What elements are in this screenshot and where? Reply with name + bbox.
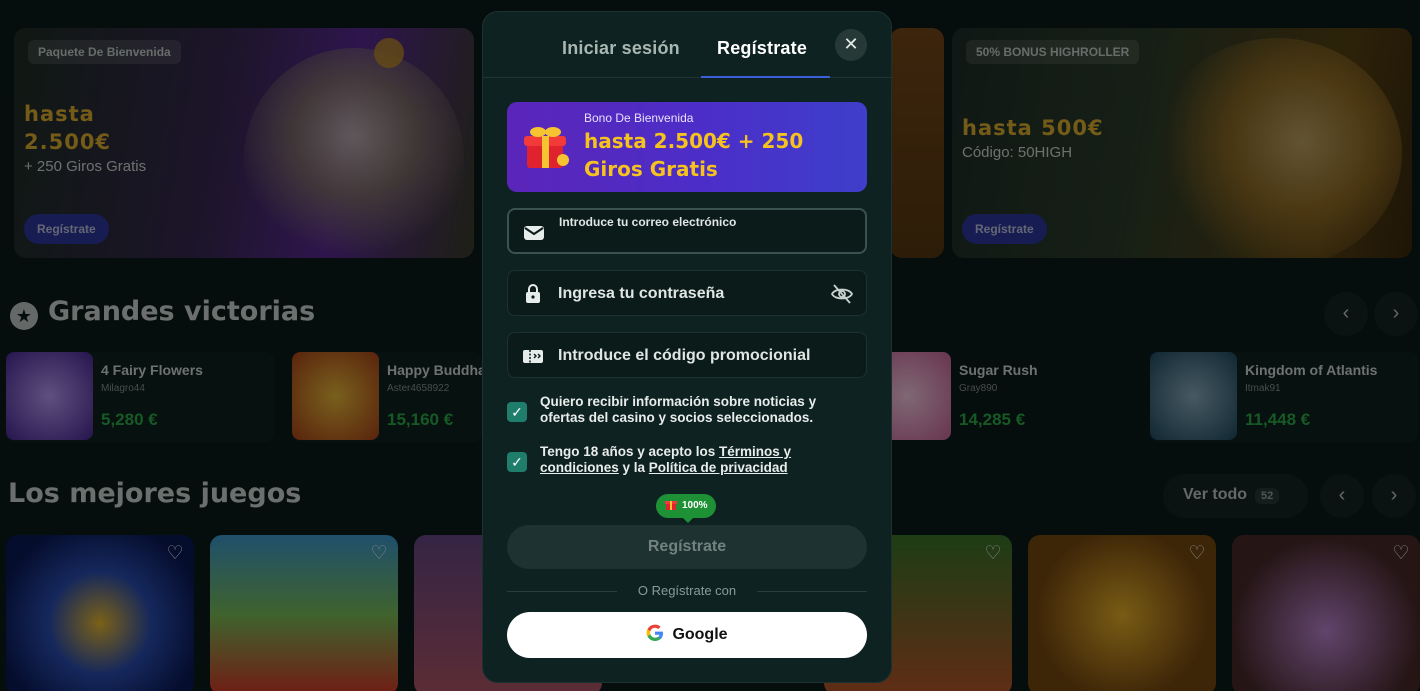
email-label: Introduce tu correo electrónico bbox=[559, 215, 737, 229]
close-icon[interactable]: ✕ bbox=[835, 29, 867, 61]
email-field[interactable]: Introduce tu correo electrónico bbox=[507, 208, 867, 254]
terms-text-before: Tengo 18 años y acepto los bbox=[540, 444, 720, 459]
terms-text-mid: y la bbox=[618, 460, 649, 475]
newsletter-text: Quiero recibir información sobre noticia… bbox=[540, 394, 817, 425]
tab-register[interactable]: Regístrate bbox=[717, 38, 807, 59]
privacy-link[interactable]: Política de privacidad bbox=[649, 460, 788, 475]
mail-icon bbox=[524, 226, 544, 240]
gift-icon bbox=[524, 127, 569, 168]
lock-icon bbox=[526, 284, 540, 303]
or-register-with-text: O Regístrate con bbox=[637, 583, 737, 598]
google-label: Google bbox=[672, 626, 728, 643]
auth-tabs: Iniciar sesión Regístrate bbox=[483, 12, 893, 78]
promo-code-field[interactable]: Introduce el código promocionial bbox=[507, 332, 867, 378]
progress-badge: 100% bbox=[656, 494, 716, 523]
progress-value: 100% bbox=[682, 500, 708, 511]
tab-login[interactable]: Iniciar sesión bbox=[562, 38, 680, 59]
welcome-bonus-card: Bono De Bienvenida hasta 2.500€ + 250 Gi… bbox=[507, 102, 867, 192]
google-signin-button[interactable]: Google bbox=[507, 612, 867, 658]
terms-checkbox[interactable]: ✓ bbox=[507, 452, 527, 472]
promo-code-label: Introduce el código promocionial bbox=[558, 347, 811, 364]
gift-icon bbox=[665, 501, 677, 510]
register-modal: Iniciar sesión Regístrate ✕ Bono De Bien… bbox=[482, 11, 893, 683]
password-label: Ingresa tu contraseña bbox=[558, 285, 725, 302]
register-submit-button[interactable]: Regístrate bbox=[507, 525, 867, 569]
bonus-label: Bono De Bienvenida bbox=[584, 111, 694, 125]
google-icon bbox=[647, 624, 664, 641]
terms-text: Tengo 18 años y acepto los Términos y co… bbox=[540, 444, 840, 476]
bonus-amount: hasta 2.500€ + 250 Giros Gratis bbox=[584, 129, 804, 181]
eye-off-icon[interactable] bbox=[830, 282, 854, 306]
divider: O Regístrate con bbox=[507, 582, 867, 600]
newsletter-checkbox[interactable]: ✓ bbox=[507, 402, 527, 422]
ticket-icon bbox=[523, 350, 543, 363]
password-field[interactable]: Ingresa tu contraseña bbox=[507, 270, 867, 316]
active-tab-indicator bbox=[701, 76, 830, 78]
